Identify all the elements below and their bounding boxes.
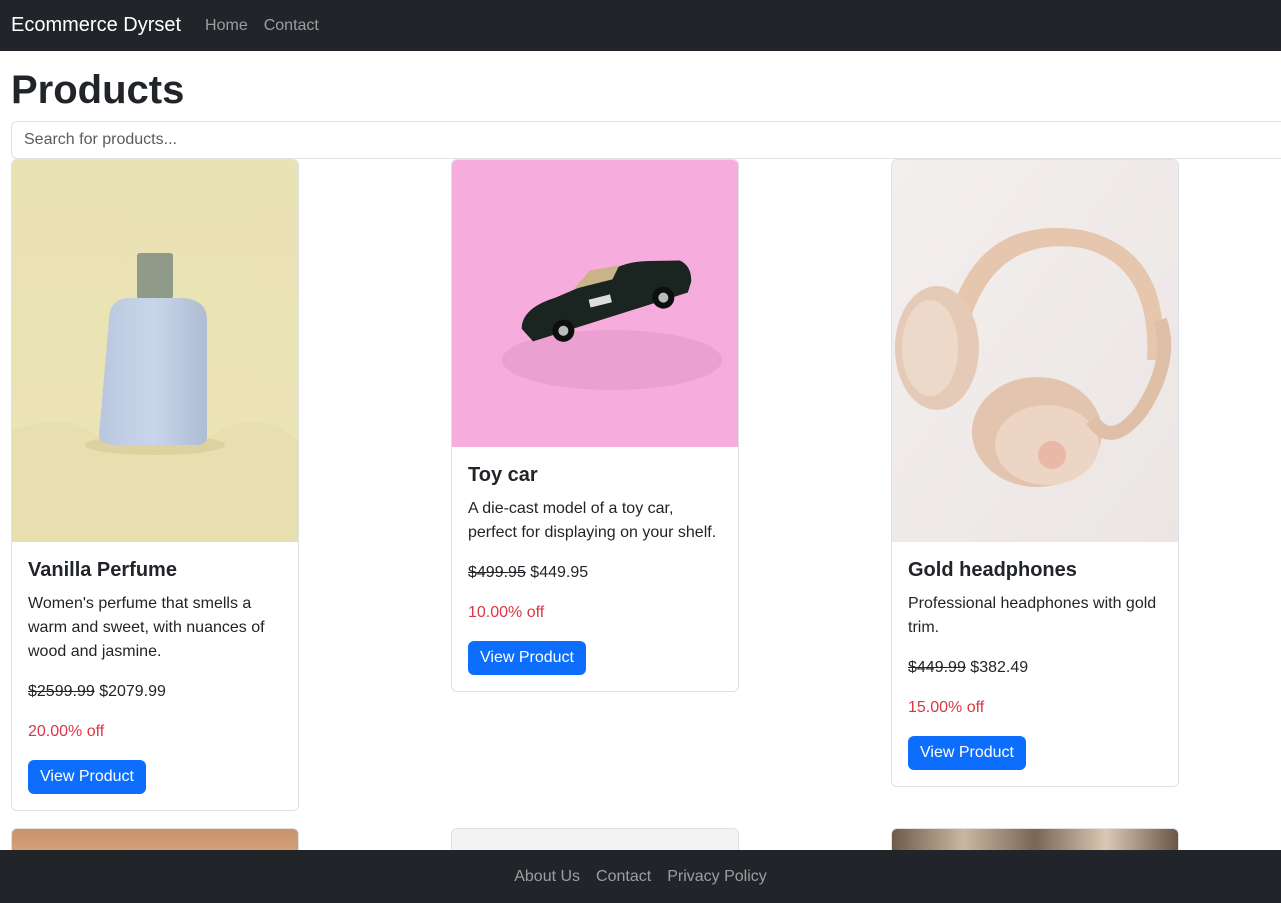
search-input[interactable]: [11, 121, 1281, 159]
product-description: Professional headphones with gold trim.: [908, 595, 1157, 636]
footer-link-contact[interactable]: Contact: [596, 868, 651, 886]
discount-label: 20.00% off: [28, 723, 105, 740]
page-title: Products: [11, 68, 185, 112]
headphones-image: [892, 160, 1178, 542]
view-product-button[interactable]: View Product: [468, 641, 586, 675]
product-title: Toy car: [468, 464, 538, 486]
product-card: Vanilla Perfume Women's perfume that sme…: [11, 159, 299, 811]
old-price: $2599.99: [28, 683, 95, 700]
product-image[interactable]: [452, 160, 738, 447]
product-description: Women's perfume that smells a warm and s…: [28, 595, 265, 660]
product-title: Vanilla Perfume: [28, 559, 177, 581]
top-navbar: Ecommerce Dyrset Home Contact: [0, 0, 1281, 51]
footer-link-about[interactable]: About Us: [514, 868, 580, 886]
product-title: Gold headphones: [908, 559, 1077, 581]
price-row: $2599.99 $2079.99: [28, 680, 282, 704]
product-card: Gold headphones Professional headphones …: [891, 159, 1179, 787]
brand-link[interactable]: Ecommerce Dyrset: [11, 14, 181, 37]
toy-car-image: [452, 160, 738, 447]
discount-label: 10.00% off: [468, 604, 545, 621]
discount-label: 15.00% off: [908, 699, 985, 716]
footer: About Us Contact Privacy Policy: [0, 850, 1281, 903]
footer-link-privacy[interactable]: Privacy Policy: [667, 868, 767, 886]
old-price: $449.99: [908, 659, 966, 676]
price-row: $499.95 $449.95: [468, 561, 722, 585]
current-price: $449.95: [530, 564, 589, 581]
view-product-button[interactable]: View Product: [28, 760, 146, 794]
view-product-button[interactable]: View Product: [908, 736, 1026, 770]
old-price: $499.95: [468, 564, 526, 581]
price-row: $449.99 $382.49: [908, 656, 1162, 680]
current-price: $382.49: [970, 659, 1029, 676]
product-card: Toy car A die-cast model of a toy car, p…: [451, 159, 739, 692]
product-image[interactable]: [892, 160, 1178, 542]
nav-link-contact[interactable]: Contact: [264, 17, 319, 35]
product-description: A die-cast model of a toy car, perfect f…: [468, 500, 717, 541]
perfume-image: [12, 160, 298, 542]
current-price: $2079.99: [99, 683, 166, 700]
product-image[interactable]: [12, 160, 298, 542]
nav-link-home[interactable]: Home: [205, 17, 248, 35]
